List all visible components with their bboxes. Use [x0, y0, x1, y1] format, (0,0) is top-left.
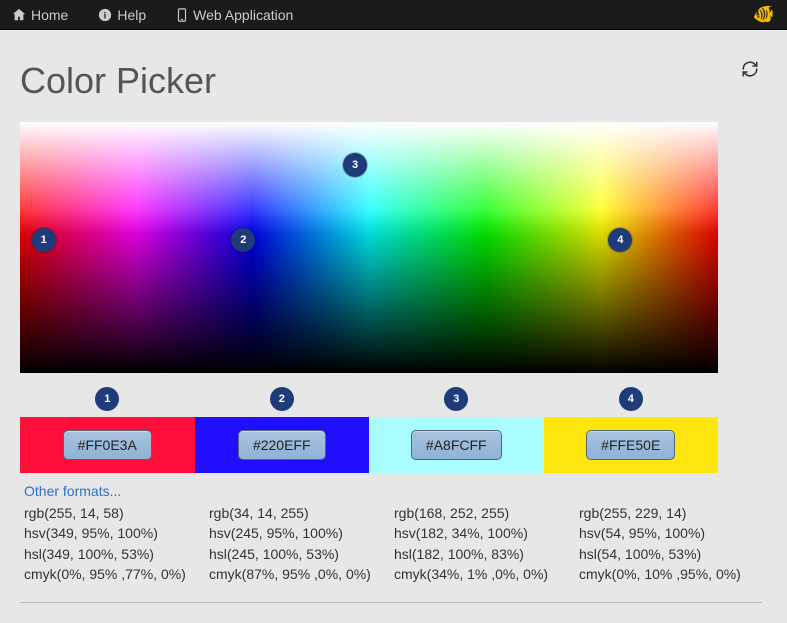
hsv-value: hsv(349, 95%, 100%) — [24, 523, 205, 543]
picker-marker-1[interactable]: 1 — [32, 228, 56, 252]
hsl-value: hsl(54, 100%, 53%) — [579, 544, 760, 564]
formats-row: rgb(255, 14, 58) hsv(349, 95%, 100%) hsl… — [20, 503, 760, 584]
cmyk-value: cmyk(34%, 1% ,0%, 0%) — [394, 564, 575, 584]
badge-col: 1 — [20, 381, 195, 417]
nav-webapp-label: Web Application — [193, 7, 293, 23]
nav-help-label: Help — [117, 7, 146, 23]
refresh-button[interactable] — [741, 60, 759, 81]
swatch-badge-4: 4 — [619, 387, 643, 411]
nav-webapp[interactable]: Web Application — [176, 7, 293, 23]
swatch-2: #220EFF — [195, 417, 370, 473]
cmyk-value: cmyk(0%, 10% ,95%, 0%) — [579, 564, 760, 584]
hex-button-1[interactable]: #FF0E3A — [63, 430, 152, 460]
hex-button-3[interactable]: #A8FCFF — [411, 430, 502, 460]
hex-button-2[interactable]: #220EFF — [238, 430, 326, 460]
other-formats-link[interactable]: Other formats... — [24, 483, 767, 499]
swatch-row: #FF0E3A #220EFF #A8FCFF #FFE50E — [20, 417, 718, 473]
nav-help[interactable]: i Help — [98, 7, 146, 23]
hex-button-4[interactable]: #FFE50E — [586, 430, 675, 460]
rgb-value: rgb(168, 252, 255) — [394, 503, 575, 523]
page-title: Color Picker — [20, 60, 767, 102]
rgb-value: rgb(255, 14, 58) — [24, 503, 205, 523]
rgb-value: rgb(255, 229, 14) — [579, 503, 760, 523]
swatch-3: #A8FCFF — [369, 417, 544, 473]
picker-marker-3[interactable]: 3 — [343, 153, 367, 177]
badge-col: 2 — [195, 381, 370, 417]
hsl-value: hsl(245, 100%, 53%) — [209, 544, 390, 564]
formats-col-1: rgb(255, 14, 58) hsv(349, 95%, 100%) hsl… — [20, 503, 205, 584]
hsv-value: hsv(245, 95%, 100%) — [209, 523, 390, 543]
hsv-value: hsv(182, 34%, 100%) — [394, 523, 575, 543]
formats-col-4: rgb(255, 229, 14) hsv(54, 95%, 100%) hsl… — [575, 503, 760, 584]
rgb-value: rgb(34, 14, 255) — [209, 503, 390, 523]
hsl-value: hsl(349, 100%, 53%) — [24, 544, 205, 564]
cmyk-value: cmyk(0%, 95% ,77%, 0%) — [24, 564, 205, 584]
app-logo-icon: 🐠 — [753, 4, 775, 25]
badge-col: 4 — [544, 381, 719, 417]
formats-col-3: rgb(168, 252, 255) hsv(182, 34%, 100%) h… — [390, 503, 575, 584]
nav-home[interactable]: Home — [12, 7, 68, 23]
swatch-badge-1: 1 — [95, 387, 119, 411]
swatch-1: #FF0E3A — [20, 417, 195, 473]
swatch-badge-2: 2 — [270, 387, 294, 411]
formats-col-2: rgb(34, 14, 255) hsv(245, 95%, 100%) hsl… — [205, 503, 390, 584]
svg-text:i: i — [104, 10, 106, 20]
hsv-value: hsv(54, 95%, 100%) — [579, 523, 760, 543]
hsl-value: hsl(182, 100%, 83%) — [394, 544, 575, 564]
divider — [20, 602, 762, 603]
home-icon — [12, 8, 26, 22]
nav-home-label: Home — [31, 7, 68, 23]
picker-marker-4[interactable]: 4 — [608, 228, 632, 252]
badge-row: 1 2 3 4 — [20, 381, 718, 417]
swatch-4: #FFE50E — [544, 417, 719, 473]
badge-col: 3 — [369, 381, 544, 417]
picker-marker-2[interactable]: 2 — [231, 228, 255, 252]
mobile-icon — [176, 8, 188, 22]
color-space-picker[interactable]: 1 2 3 4 — [20, 122, 718, 373]
info-icon: i — [98, 8, 112, 22]
cmyk-value: cmyk(87%, 95% ,0%, 0%) — [209, 564, 390, 584]
swatch-badge-3: 3 — [444, 387, 468, 411]
main-container: Color Picker 1 2 3 4 1 2 3 4 #FF0E3A #22… — [0, 30, 787, 623]
navbar: Home i Help Web Application 🐠 — [0, 0, 787, 30]
